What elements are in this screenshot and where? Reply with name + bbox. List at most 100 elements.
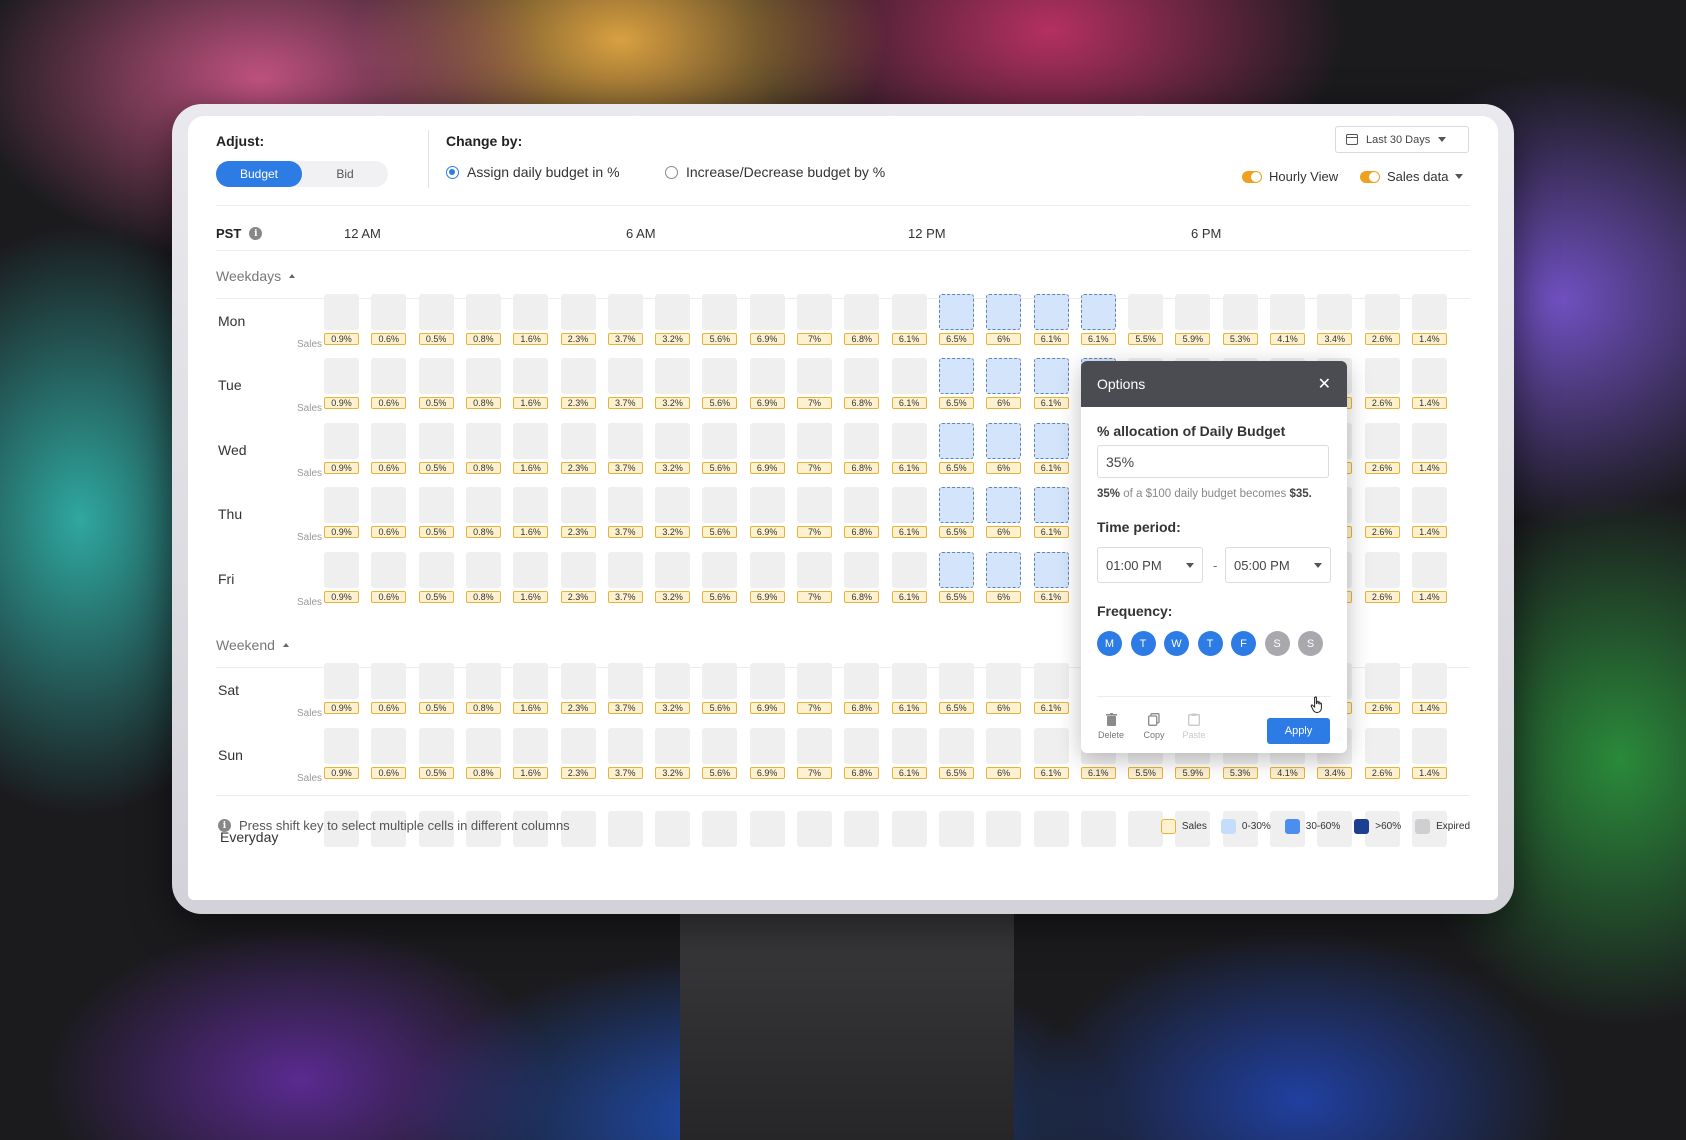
hour-cell[interactable] — [986, 552, 1022, 588]
hour-cell[interactable] — [844, 423, 880, 459]
hour-cell[interactable] — [1128, 294, 1164, 330]
everyday-hour-cell[interactable] — [1128, 811, 1164, 847]
hour-cell[interactable] — [702, 728, 738, 764]
hour-cell[interactable] — [749, 294, 785, 330]
hour-cell[interactable] — [844, 487, 880, 523]
hour-cell[interactable] — [1411, 552, 1447, 588]
hour-cell[interactable] — [655, 728, 691, 764]
hour-cell[interactable] — [655, 358, 691, 394]
hour-cell[interactable] — [749, 663, 785, 699]
hour-cell[interactable] — [371, 728, 407, 764]
hour-cell[interactable] — [844, 728, 880, 764]
hour-cell[interactable] — [1175, 294, 1211, 330]
allocation-input[interactable] — [1097, 445, 1329, 478]
hour-cell[interactable] — [418, 358, 454, 394]
hour-cell[interactable] — [986, 487, 1022, 523]
hour-cell[interactable] — [465, 728, 501, 764]
hour-cell[interactable] — [560, 294, 596, 330]
hour-cell[interactable] — [986, 294, 1022, 330]
hour-cell[interactable] — [513, 358, 549, 394]
hour-cell[interactable] — [749, 728, 785, 764]
frequency-day-2[interactable]: W — [1164, 631, 1189, 656]
everyday-hour-cell[interactable] — [655, 811, 691, 847]
hour-cell[interactable] — [1033, 663, 1069, 699]
hour-cell[interactable] — [986, 728, 1022, 764]
hour-cell[interactable] — [513, 552, 549, 588]
hour-cell[interactable] — [371, 487, 407, 523]
hour-cell[interactable] — [324, 487, 359, 523]
start-time-select[interactable]: 01:00 PM — [1097, 547, 1203, 583]
hour-cell[interactable] — [844, 294, 880, 330]
hour-cell[interactable] — [749, 487, 785, 523]
hour-cell[interactable] — [891, 728, 927, 764]
hour-cell[interactable] — [1411, 294, 1447, 330]
everyday-hour-cell[interactable] — [1080, 811, 1116, 847]
hour-cell[interactable] — [797, 728, 832, 764]
hour-cell[interactable] — [513, 294, 549, 330]
delete-tool-button[interactable]: Delete — [1095, 713, 1127, 740]
hour-cell[interactable] — [1222, 294, 1258, 330]
hour-cell[interactable] — [418, 728, 454, 764]
hour-cell[interactable] — [938, 663, 974, 699]
budget-segment-button[interactable]: Budget — [216, 161, 302, 187]
hour-cell[interactable] — [702, 358, 738, 394]
hour-cell[interactable] — [371, 423, 407, 459]
hour-cell[interactable] — [324, 358, 359, 394]
hour-cell[interactable] — [513, 487, 549, 523]
hour-cell[interactable] — [986, 358, 1022, 394]
hour-cell[interactable] — [986, 423, 1022, 459]
hour-cell[interactable] — [891, 487, 927, 523]
hour-cell[interactable] — [324, 294, 359, 330]
close-icon[interactable]: ✕ — [1318, 374, 1331, 394]
hour-cell[interactable] — [797, 552, 832, 588]
hour-cell[interactable] — [1411, 423, 1447, 459]
hour-cell[interactable] — [797, 294, 832, 330]
everyday-hour-cell[interactable] — [891, 811, 927, 847]
end-time-select[interactable]: 05:00 PM — [1225, 547, 1331, 583]
frequency-day-3[interactable]: T — [1197, 631, 1223, 656]
hour-cell[interactable] — [465, 294, 501, 330]
hour-cell[interactable] — [560, 663, 596, 699]
hour-cell[interactable] — [938, 728, 974, 764]
hour-cell[interactable] — [749, 423, 785, 459]
frequency-day-5[interactable]: S — [1264, 631, 1290, 656]
hour-cell[interactable] — [702, 294, 738, 330]
hour-cell[interactable] — [465, 663, 501, 699]
everyday-hour-cell[interactable] — [844, 811, 880, 847]
hour-cell[interactable] — [418, 663, 454, 699]
hour-cell[interactable] — [607, 552, 643, 588]
hour-cell[interactable] — [324, 552, 359, 588]
hour-cell[interactable] — [371, 552, 407, 588]
hour-cell[interactable] — [1364, 663, 1400, 699]
hour-cell[interactable] — [607, 294, 643, 330]
hour-cell[interactable] — [560, 552, 596, 588]
hour-cell[interactable] — [655, 294, 691, 330]
hour-cell[interactable] — [1364, 552, 1400, 588]
hour-cell[interactable] — [655, 487, 691, 523]
hour-cell[interactable] — [371, 663, 407, 699]
hour-cell[interactable] — [891, 552, 927, 588]
hour-cell[interactable] — [986, 663, 1022, 699]
hour-cell[interactable] — [1033, 728, 1069, 764]
hour-cell[interactable] — [655, 552, 691, 588]
frequency-day-6[interactable]: S — [1298, 631, 1323, 656]
hour-cell[interactable] — [560, 728, 596, 764]
hour-cell[interactable] — [891, 663, 927, 699]
hour-cell[interactable] — [1411, 663, 1447, 699]
hour-cell[interactable] — [513, 423, 549, 459]
hour-cell[interactable] — [1411, 358, 1447, 394]
hour-cell[interactable] — [324, 423, 359, 459]
hour-cell[interactable] — [607, 487, 643, 523]
hour-cell[interactable] — [702, 487, 738, 523]
hour-cell[interactable] — [1317, 294, 1353, 330]
everyday-hour-cell[interactable] — [749, 811, 785, 847]
hour-cell[interactable] — [418, 294, 454, 330]
hour-cell[interactable] — [797, 663, 832, 699]
hour-cell[interactable] — [607, 423, 643, 459]
paste-tool-button[interactable]: Paste — [1178, 713, 1210, 740]
hour-cell[interactable] — [465, 423, 501, 459]
assign-daily-budget-radio[interactable]: Assign daily budget in % — [446, 164, 620, 180]
increase-decrease-budget-radio[interactable]: Increase/Decrease budget by % — [665, 164, 885, 180]
hour-cell[interactable] — [891, 423, 927, 459]
hour-cell[interactable] — [418, 423, 454, 459]
